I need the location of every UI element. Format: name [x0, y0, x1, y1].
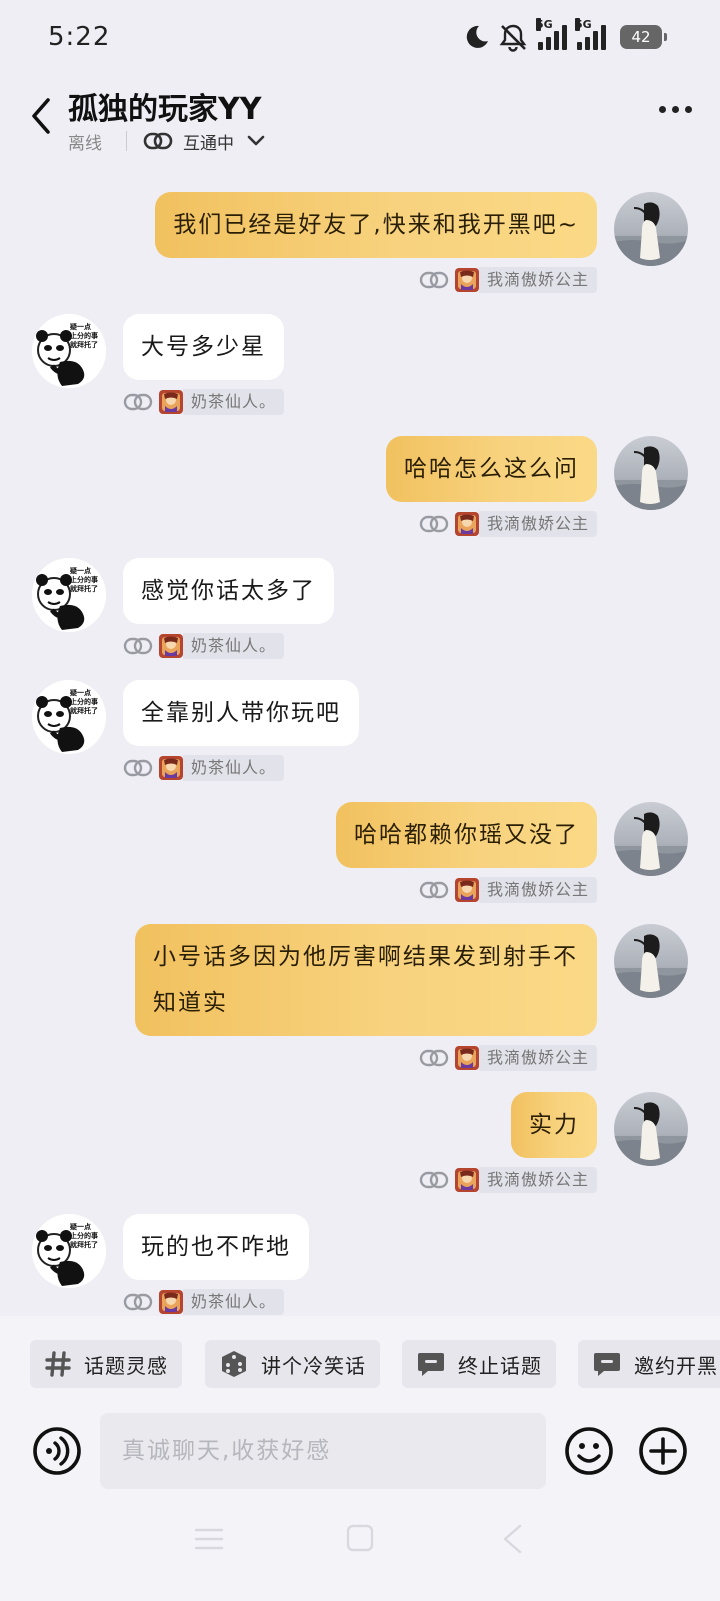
status-time: 5:22 — [48, 22, 111, 52]
relation-status[interactable]: 互通中 — [183, 129, 234, 154]
role-name: 我滴傲娇公主 — [478, 877, 597, 903]
game-role-tag: 我滴傲娇公主 — [419, 267, 597, 293]
divider — [126, 131, 127, 151]
battery-icon: 42 — [620, 25, 667, 49]
chip-label: 讲个冷笑话 — [261, 1353, 366, 1378]
status-icons: 5G 5G 42 — [462, 18, 667, 54]
game-role-tag: 我滴傲娇公主 — [419, 877, 597, 903]
avatar[interactable] — [614, 924, 688, 998]
more-options-icon[interactable] — [659, 106, 692, 113]
role-name: 我滴傲娇公主 — [478, 1167, 597, 1193]
hero-avatar-icon — [159, 756, 183, 780]
role-name: 奶茶仙人。 — [183, 389, 285, 415]
invite-chip[interactable]: 邀约开黑 — [578, 1340, 720, 1388]
chat-message-list[interactable]: 我们已经是好友了,快来和我开黑吧~ 我滴傲娇公主 疑一点 上分的事 就拜托了 大号多… — [0, 170, 720, 1317]
chat-header: 孤独的玩家YY 离线 互通中 — [0, 78, 720, 168]
online-status: 离线 — [68, 133, 102, 154]
chip-label: 话题灵感 — [84, 1353, 168, 1378]
link-icon — [419, 1171, 449, 1189]
chip-label: 邀约开黑 — [634, 1353, 718, 1378]
avatar[interactable] — [614, 1092, 688, 1166]
chip-label: 终止话题 — [458, 1353, 542, 1378]
game-role-tag: 奶茶仙人。 — [123, 633, 285, 659]
nav-back-icon[interactable] — [500, 1524, 524, 1554]
avatar[interactable]: 疑一点 上分的事 就拜托了 — [32, 1214, 106, 1288]
message-bubble[interactable]: 全靠别人带你玩吧 — [123, 680, 359, 746]
game-role-tag: 奶茶仙人。 — [123, 389, 285, 415]
message-bubble[interactable]: 实力 — [511, 1092, 597, 1158]
hero-avatar-icon — [159, 1290, 183, 1314]
signal-icon-2: 5G — [575, 18, 606, 50]
moon-icon — [466, 25, 488, 48]
contact-name[interactable]: 孤独的玩家YY — [68, 84, 261, 128]
hero-avatar-icon — [454, 512, 479, 536]
link-icon — [143, 132, 173, 150]
system-nav-bar — [0, 1516, 720, 1576]
home-square-icon[interactable] — [346, 1524, 374, 1552]
hero-avatar-icon — [454, 268, 479, 292]
chevron-down-icon[interactable] — [246, 134, 266, 148]
avatar[interactable] — [614, 802, 688, 876]
message-bubble[interactable]: 大号多少星 — [123, 314, 284, 380]
game-role-tag: 我滴傲娇公主 — [419, 1045, 597, 1071]
message-bubble[interactable]: 哈哈都赖你瑶又没了 — [336, 802, 597, 868]
message-bubble[interactable]: 玩的也不咋地 — [123, 1214, 309, 1280]
hero-avatar-icon — [159, 634, 183, 658]
avatar[interactable]: 疑一点 上分的事 就拜托了 — [32, 680, 106, 754]
input-bar — [0, 1406, 720, 1601]
emoji-icon[interactable] — [564, 1426, 614, 1476]
topic-idea-chip[interactable]: 话题灵感 — [30, 1340, 182, 1388]
game-role-tag: 我滴傲娇公主 — [419, 511, 597, 537]
message-bubble[interactable]: 小号话多因为他厉害啊结果发到射手不知道实 — [135, 924, 597, 1036]
game-role-tag: 我滴傲娇公主 — [419, 1167, 597, 1193]
role-name: 奶茶仙人。 — [183, 633, 285, 659]
hero-avatar-icon — [159, 390, 183, 414]
voice-icon[interactable] — [32, 1426, 82, 1476]
hero-avatar-icon — [454, 1046, 479, 1070]
joke-chip[interactable]: 讲个冷笑话 — [205, 1340, 380, 1388]
chat-bubble-icon — [592, 1349, 622, 1379]
link-icon — [123, 393, 153, 411]
menu-icon[interactable] — [194, 1526, 224, 1552]
avatar[interactable] — [614, 192, 688, 266]
hero-avatar-icon — [454, 878, 479, 902]
role-name: 奶茶仙人。 — [183, 755, 285, 781]
message-bubble[interactable]: 哈哈怎么这么问 — [386, 436, 597, 502]
game-role-tag: 奶茶仙人。 — [123, 1289, 285, 1315]
role-name: 我滴傲娇公主 — [478, 511, 597, 537]
link-icon — [419, 271, 449, 289]
message-bubble[interactable]: 我们已经是好友了,快来和我开黑吧~ — [155, 192, 597, 258]
role-name: 奶茶仙人。 — [183, 1289, 285, 1315]
chat-bubble-icon — [416, 1349, 446, 1379]
hash-icon — [44, 1350, 72, 1378]
status-bar: 5:22 5G 5G 42 — [0, 0, 720, 78]
end-topic-chip[interactable]: 终止话题 — [402, 1340, 556, 1388]
role-name: 我滴傲娇公主 — [478, 267, 597, 293]
message-input[interactable] — [100, 1413, 546, 1489]
dice-icon — [219, 1349, 249, 1379]
avatar[interactable]: 疑一点 上分的事 就拜托了 — [32, 558, 106, 632]
avatar[interactable] — [614, 436, 688, 510]
game-role-tag: 奶茶仙人。 — [123, 755, 285, 781]
role-name: 我滴傲娇公主 — [478, 1045, 597, 1071]
link-icon — [123, 637, 153, 655]
link-icon — [123, 1293, 153, 1311]
link-icon — [123, 759, 153, 777]
message-bubble[interactable]: 感觉你话太多了 — [123, 558, 334, 624]
signal-icon: 5G — [536, 18, 567, 50]
plus-icon[interactable] — [638, 1426, 688, 1476]
hero-avatar-icon — [454, 1168, 479, 1192]
link-icon — [419, 1049, 449, 1067]
back-arrow-icon[interactable] — [26, 94, 56, 138]
avatar[interactable]: 疑一点 上分的事 就拜托了 — [32, 314, 106, 388]
contact-status-row: 离线 互通中 — [68, 126, 266, 156]
quick-actions-bar: 话题灵感 讲个冷笑话 终止话题 邀约开黑 — [0, 1316, 720, 1406]
bell-mute-icon — [499, 24, 527, 52]
link-icon — [419, 515, 449, 533]
link-icon — [419, 881, 449, 899]
